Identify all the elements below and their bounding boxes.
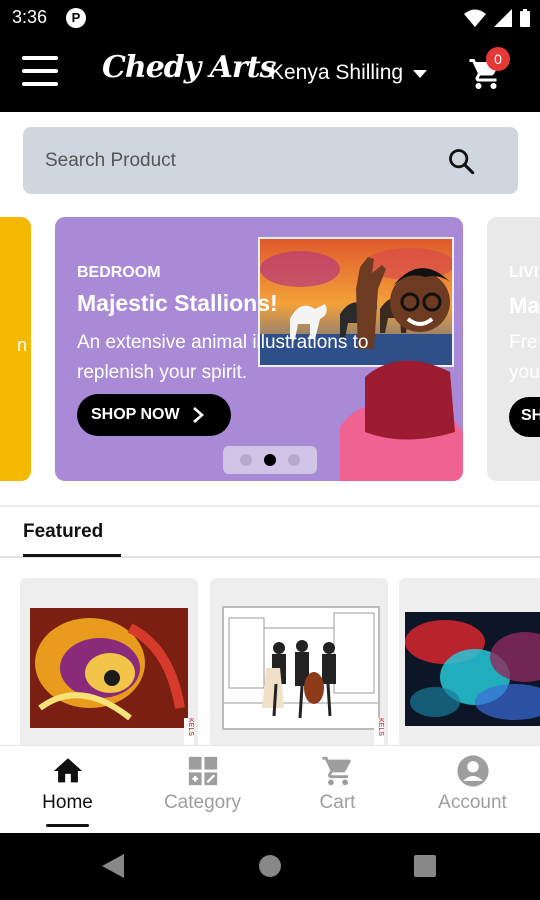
notification-app-icon: P	[66, 8, 86, 28]
carousel-dot[interactable]	[288, 454, 300, 466]
tab-featured-indicator	[23, 554, 121, 557]
nav-account[interactable]: Account	[405, 746, 540, 834]
shop-now-label: SHOP NOW	[91, 406, 180, 423]
nav-home[interactable]: Home	[0, 746, 135, 834]
search-icon[interactable]	[447, 147, 475, 175]
banner-next-button[interactable]: SH	[509, 397, 540, 437]
product-card[interactable]: KELS	[20, 578, 198, 748]
system-navigation-bar	[0, 833, 540, 900]
nav-category-label: Category	[163, 792, 242, 813]
nav-cart[interactable]: Cart	[270, 746, 405, 834]
banner-category: BEDROOM	[77, 264, 161, 281]
menu-icon	[22, 56, 58, 60]
app-bar: Chedy Arts Kenya Shilling	[0, 36, 540, 112]
back-icon[interactable]	[102, 854, 124, 878]
app-screen: 3:36 P Chedy Arts Kenya Shilling 0 Searc…	[0, 0, 540, 900]
cart-count-badge: 0	[486, 47, 510, 71]
search-bar	[23, 127, 518, 194]
home-circle-icon[interactable]	[259, 855, 281, 877]
bottom-navigation: Home Category Cart Account	[0, 745, 540, 833]
product-image	[222, 606, 380, 730]
nav-cart-label: Cart	[319, 792, 356, 813]
status-icons	[464, 8, 530, 28]
banner-next-subtitle-2: you	[509, 362, 540, 383]
banner-carousel[interactable]: n BEDROOM Majestic Stallions! An extensi…	[0, 217, 540, 482]
cart-icon	[321, 756, 351, 786]
product-tag: KELS	[374, 718, 384, 748]
nav-active-indicator	[46, 824, 89, 827]
banner-current[interactable]: BEDROOM Majestic Stallions! An extensive…	[55, 217, 463, 481]
carousel-dot-active[interactable]	[264, 454, 276, 466]
banner-next-subtitle-1: Fre	[509, 332, 538, 353]
wifi-icon	[464, 9, 486, 27]
banner-next-category: LIVI	[509, 264, 539, 281]
banner-prev-text: n	[16, 335, 27, 355]
search-input[interactable]	[45, 127, 445, 194]
signal-icon	[494, 9, 512, 27]
nav-home-label: Home	[42, 792, 93, 813]
banner-prev-peek[interactable]: n	[0, 217, 31, 481]
account-icon	[456, 755, 489, 787]
nav-account-label: Account	[438, 792, 507, 813]
product-image	[405, 612, 540, 726]
category-icon	[188, 756, 217, 786]
product-tag: KELS	[184, 718, 194, 748]
product-card[interactable]	[399, 578, 540, 748]
chevron-down-icon	[413, 70, 428, 78]
chevron-right-icon	[192, 407, 204, 423]
carousel-indicator	[223, 446, 317, 474]
recents-icon[interactable]	[414, 855, 436, 877]
banner-next-peek[interactable]: LIVI Ma Fre you SH	[487, 217, 540, 481]
brand-logo: Chedy Arts	[102, 50, 276, 85]
carousel-dot[interactable]	[240, 454, 252, 466]
banner-next-title: Ma	[509, 293, 540, 318]
banner-title: Majestic Stallions!	[77, 290, 278, 316]
featured-products-list: KELS KELS	[0, 578, 540, 748]
menu-button[interactable]	[22, 56, 58, 90]
home-icon	[53, 758, 82, 783]
status-time: 3:36	[12, 7, 48, 27]
status-bar: 3:36 P	[0, 0, 540, 36]
section-divider	[0, 505, 540, 507]
currency-label: Kenya Shilling	[270, 61, 404, 84]
tab-featured[interactable]: Featured	[23, 521, 103, 543]
currency-selector[interactable]: Kenya Shilling	[270, 61, 428, 85]
product-card[interactable]: KELS	[210, 578, 388, 748]
banner-subtitle: An extensive animal illustrations to rep…	[77, 332, 369, 383]
battery-icon	[520, 9, 530, 27]
nav-category[interactable]: Category	[135, 746, 270, 834]
product-image	[30, 608, 188, 728]
shop-now-button[interactable]: SHOP NOW	[77, 394, 231, 436]
